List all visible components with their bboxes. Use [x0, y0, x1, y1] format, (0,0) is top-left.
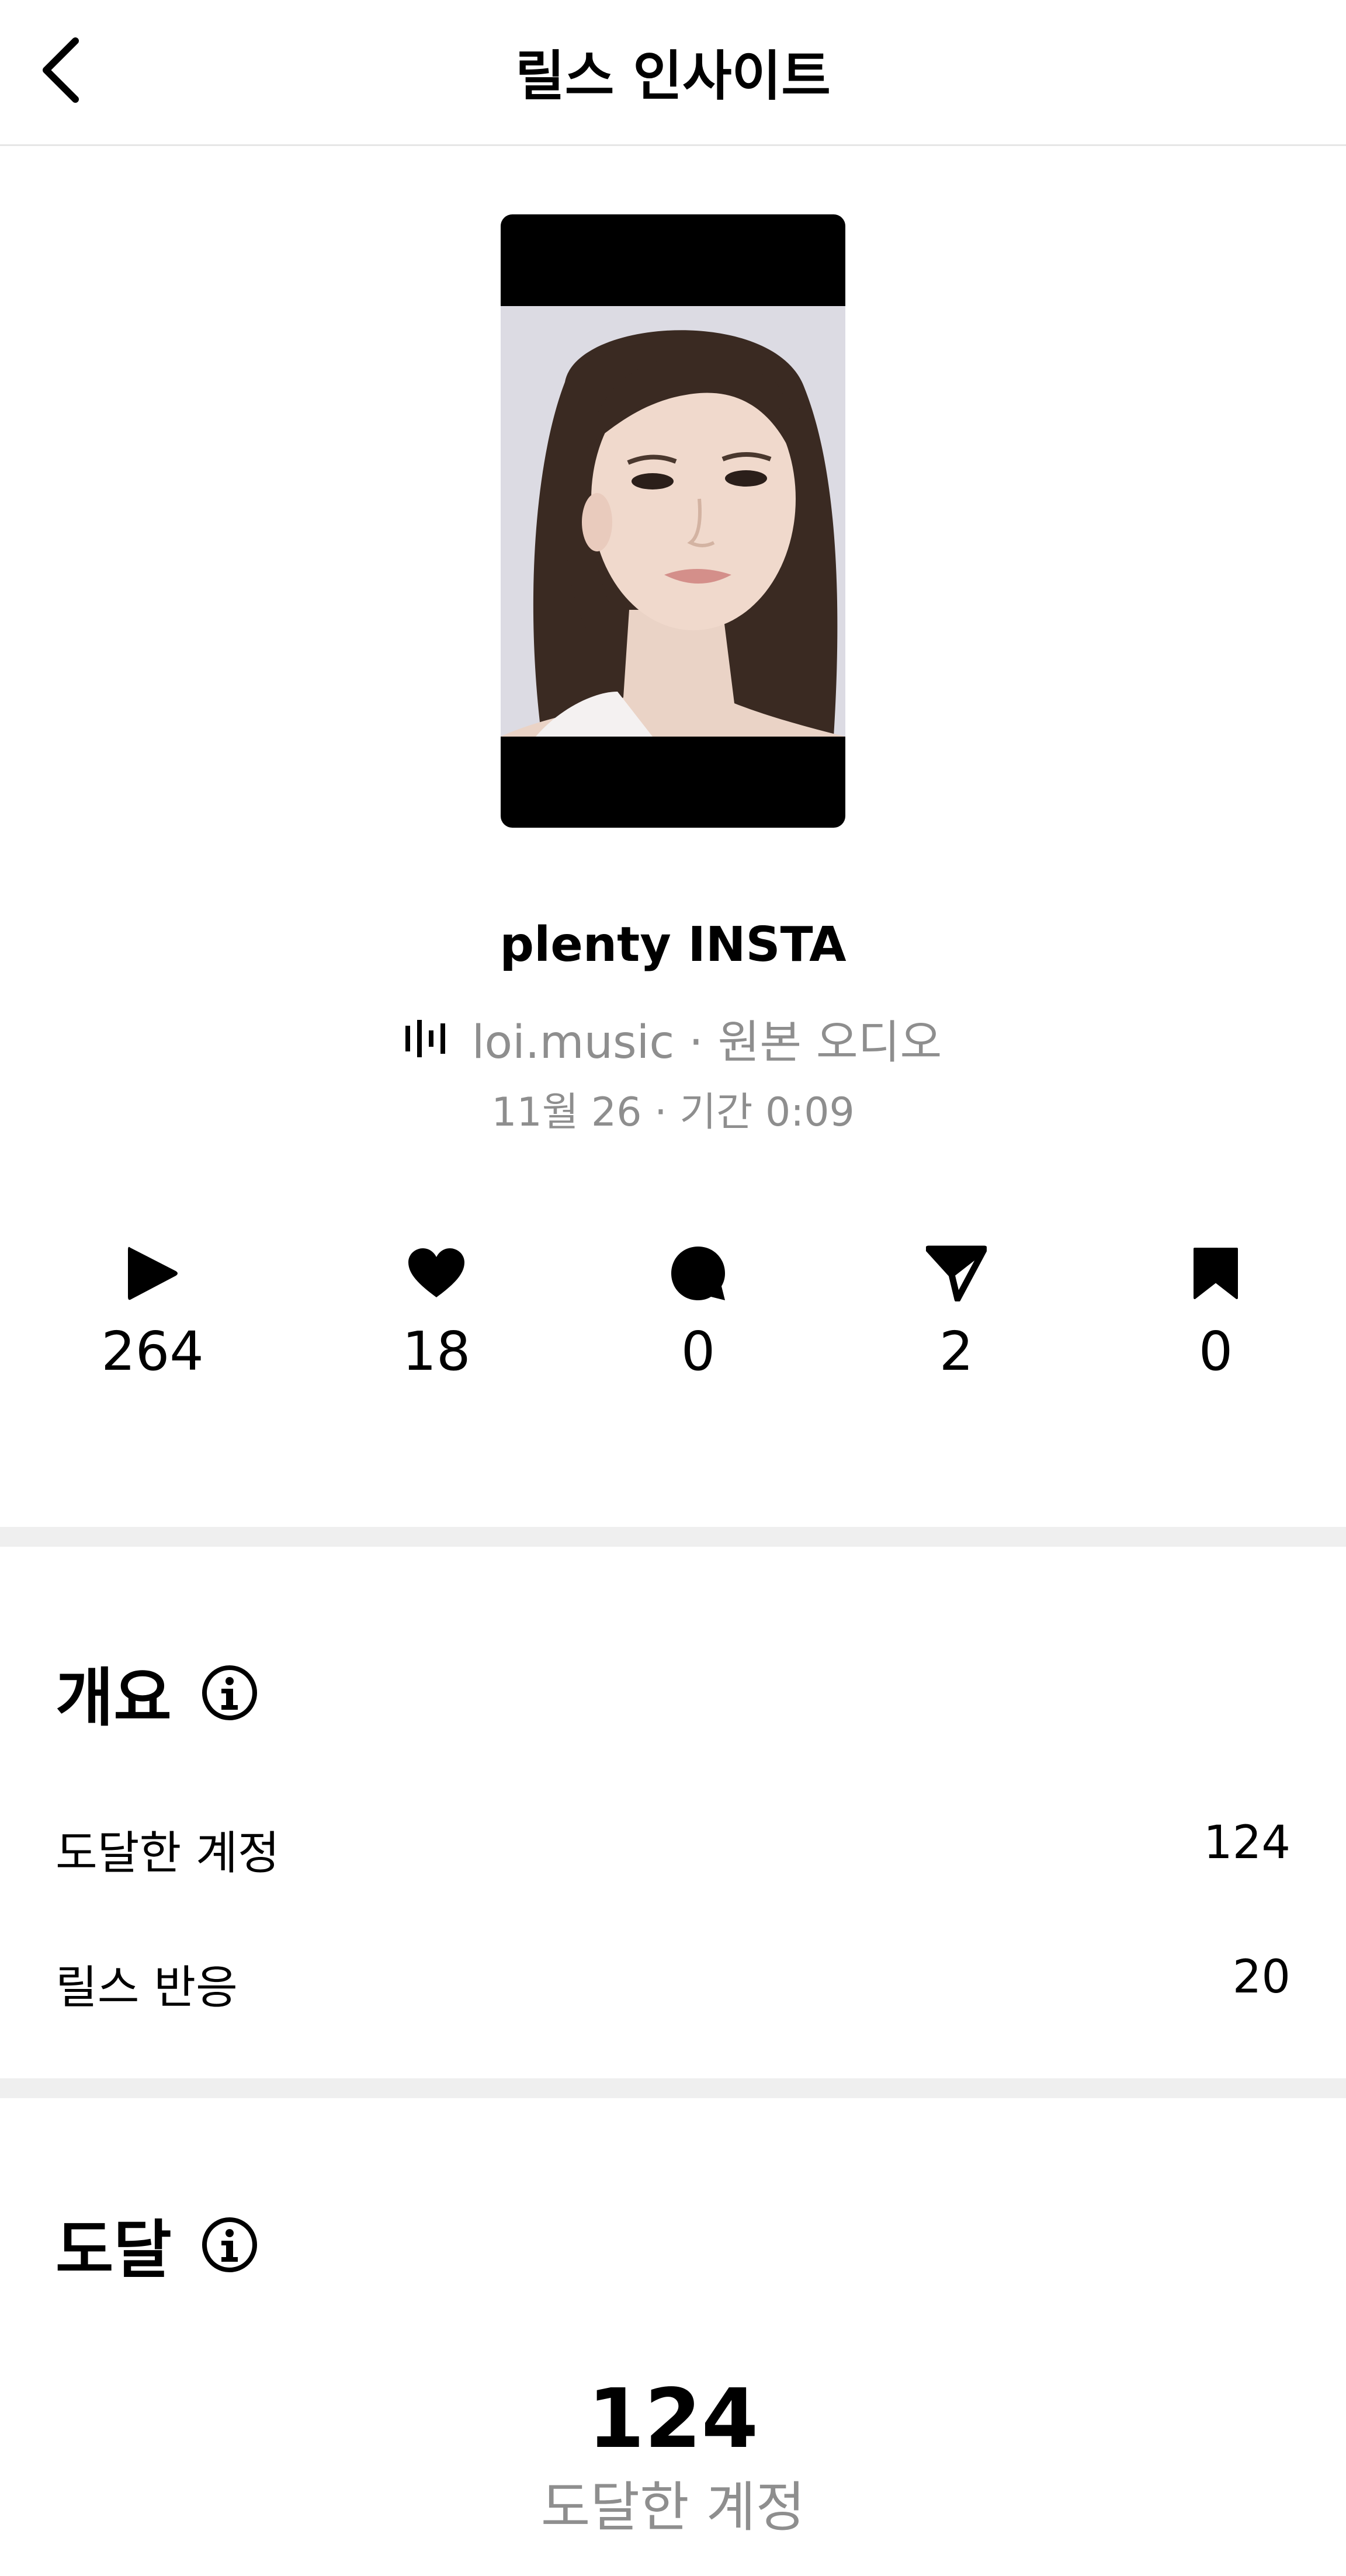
section-divider: [0, 1527, 1346, 1547]
share-icon: [926, 1245, 987, 1301]
reel-thumbnail[interactable]: [501, 214, 845, 828]
reel-title: plenty INSTA: [499, 917, 847, 973]
metric-value: 2: [939, 1320, 974, 1383]
audio-link[interactable]: loi.music · 원본 오디오: [0, 1006, 1346, 1071]
reach-label: 도달한 계정: [540, 2476, 806, 2539]
reel-date: 11월 26 · 기간 0:09: [491, 1089, 855, 1136]
info-icon: [202, 2217, 257, 2272]
reach-section-title: 도달: [55, 2199, 258, 2290]
reach-value: 124: [587, 2372, 759, 2467]
reel-photo: [501, 306, 845, 737]
overview-info-button[interactable]: [201, 1664, 258, 1721]
section-divider: [0, 2078, 1346, 2098]
overview-row-label: 도달한 계정: [55, 1827, 280, 1880]
overview-row-value: 20: [1232, 1951, 1291, 2004]
reach-title: 도달: [55, 2214, 172, 2287]
info-icon: [202, 1665, 257, 1720]
metric-value: 0: [1198, 1320, 1233, 1383]
reach-info-button[interactable]: [201, 2216, 258, 2273]
overview-section-title: 개요: [55, 1647, 258, 1738]
metric-value: 0: [681, 1320, 716, 1383]
metric-shares: 2: [875, 1238, 1038, 1390]
heart-icon: [408, 1248, 464, 1297]
audio-label: loi.music · 원본 오디오: [471, 1016, 942, 1069]
bookmark-icon: [1194, 1248, 1238, 1299]
play-icon: [128, 1247, 178, 1300]
audio-waveform-icon: [405, 1020, 445, 1057]
metric-likes: 18: [355, 1238, 518, 1390]
metric-value: 264: [101, 1320, 204, 1383]
metric-comments: 0: [616, 1238, 780, 1390]
comment-icon: [671, 1247, 725, 1300]
metric-plays: 264: [71, 1238, 234, 1390]
chevron-left-icon: [43, 37, 79, 103]
back-button[interactable]: [22, 32, 98, 108]
overview-row-value: 124: [1203, 1817, 1291, 1869]
page-title: 릴스 인사이트: [515, 45, 831, 107]
overview-title: 개요: [55, 1662, 172, 1735]
metric-value: 18: [402, 1320, 471, 1383]
overview-row-label: 릴스 반응: [55, 1961, 238, 2014]
metric-saves: 0: [1134, 1238, 1298, 1390]
